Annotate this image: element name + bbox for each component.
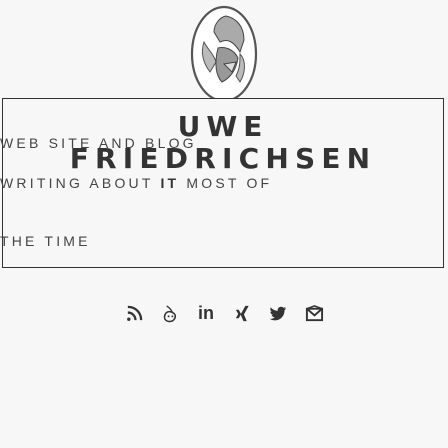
rss-icon [126, 305, 142, 321]
linkedin-link[interactable]: in [197, 304, 216, 323]
email-icon [305, 305, 323, 322]
tagline-line2: WRITING ABOUT IT MOST OF [0, 175, 448, 191]
linkedin-icon: in [198, 303, 214, 323]
keybase-icon [163, 305, 176, 323]
avatar-image [190, 5, 258, 103]
xing-icon [235, 305, 249, 322]
social-links: in [0, 304, 448, 323]
tagline-line2-emph: IT [160, 175, 180, 191]
keybase-link[interactable] [161, 304, 180, 323]
xing-link[interactable] [233, 304, 252, 323]
twitter-icon [269, 306, 286, 321]
tagline-line1: WEB SITE AND BLOG [0, 135, 197, 151]
twitter-link[interactable] [269, 304, 288, 323]
email-link[interactable] [305, 304, 324, 323]
tagline-line2-pre: WRITING ABOUT [0, 175, 161, 191]
rss-link[interactable] [125, 304, 144, 323]
avatar [174, 2, 274, 103]
tagline-line2-post: MOST OF [179, 175, 273, 191]
tagline-line3: THE TIME [0, 233, 91, 249]
